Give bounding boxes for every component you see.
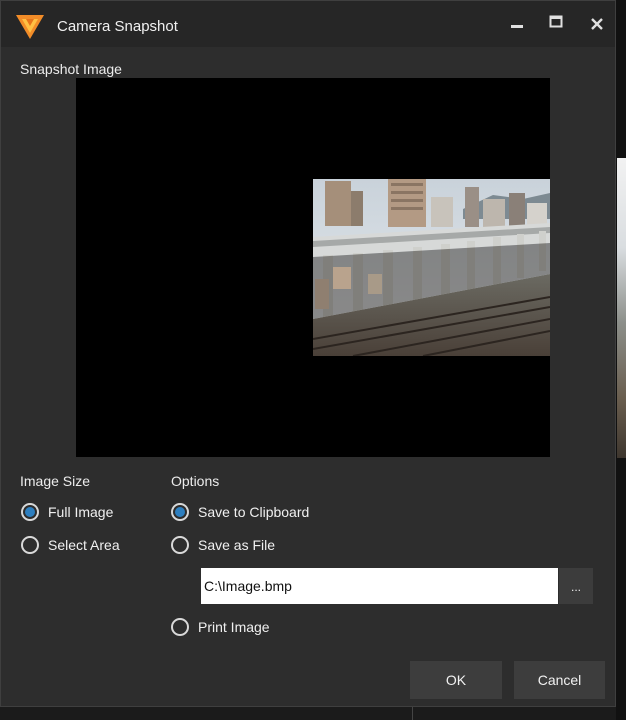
select-area-label: Select Area <box>48 537 120 553</box>
camera-snapshot-image <box>313 179 550 356</box>
full-image-label: Full Image <box>48 504 114 520</box>
radio-unchecked-icon <box>21 536 39 554</box>
snapshot-preview[interactable] <box>76 78 550 457</box>
title-bar[interactable]: Camera Snapshot <box>1 1 615 47</box>
options-label: Options <box>171 473 220 489</box>
background-divider <box>412 706 413 720</box>
radio-unchecked-icon <box>171 536 189 554</box>
background-image-edge <box>617 158 626 458</box>
minimize-button[interactable] <box>502 13 532 37</box>
close-button[interactable] <box>582 13 612 37</box>
maximize-button[interactable] <box>541 13 571 37</box>
full-image-radio[interactable]: Full Image <box>21 503 113 521</box>
file-path-input[interactable] <box>201 568 558 604</box>
save-to-clipboard-label: Save to Clipboard <box>198 504 310 520</box>
print-image-radio[interactable]: Print Image <box>171 618 270 636</box>
browse-button[interactable]: ... <box>559 568 593 604</box>
radio-checked-icon <box>171 503 189 521</box>
image-size-label: Image Size <box>20 473 91 489</box>
snapshot-image-label: Snapshot Image <box>20 61 122 77</box>
select-area-radio[interactable]: Select Area <box>21 536 120 554</box>
save-as-file-radio[interactable]: Save as File <box>171 536 275 554</box>
window-title: Camera Snapshot <box>57 18 178 35</box>
cancel-button[interactable]: Cancel <box>514 661 605 699</box>
ok-button[interactable]: OK <box>410 661 502 699</box>
camera-snapshot-dialog: Camera Snapshot Snapshot Image Image Siz… <box>0 0 616 707</box>
maximize-icon <box>549 15 563 28</box>
save-as-file-label: Save as File <box>198 537 276 553</box>
close-icon <box>591 18 603 30</box>
radio-checked-icon <box>21 503 39 521</box>
minimize-icon <box>511 25 523 28</box>
radio-unchecked-icon <box>171 618 189 636</box>
app-logo-icon <box>16 15 44 39</box>
print-image-label: Print Image <box>198 619 270 635</box>
save-to-clipboard-radio[interactable]: Save to Clipboard <box>171 503 309 521</box>
